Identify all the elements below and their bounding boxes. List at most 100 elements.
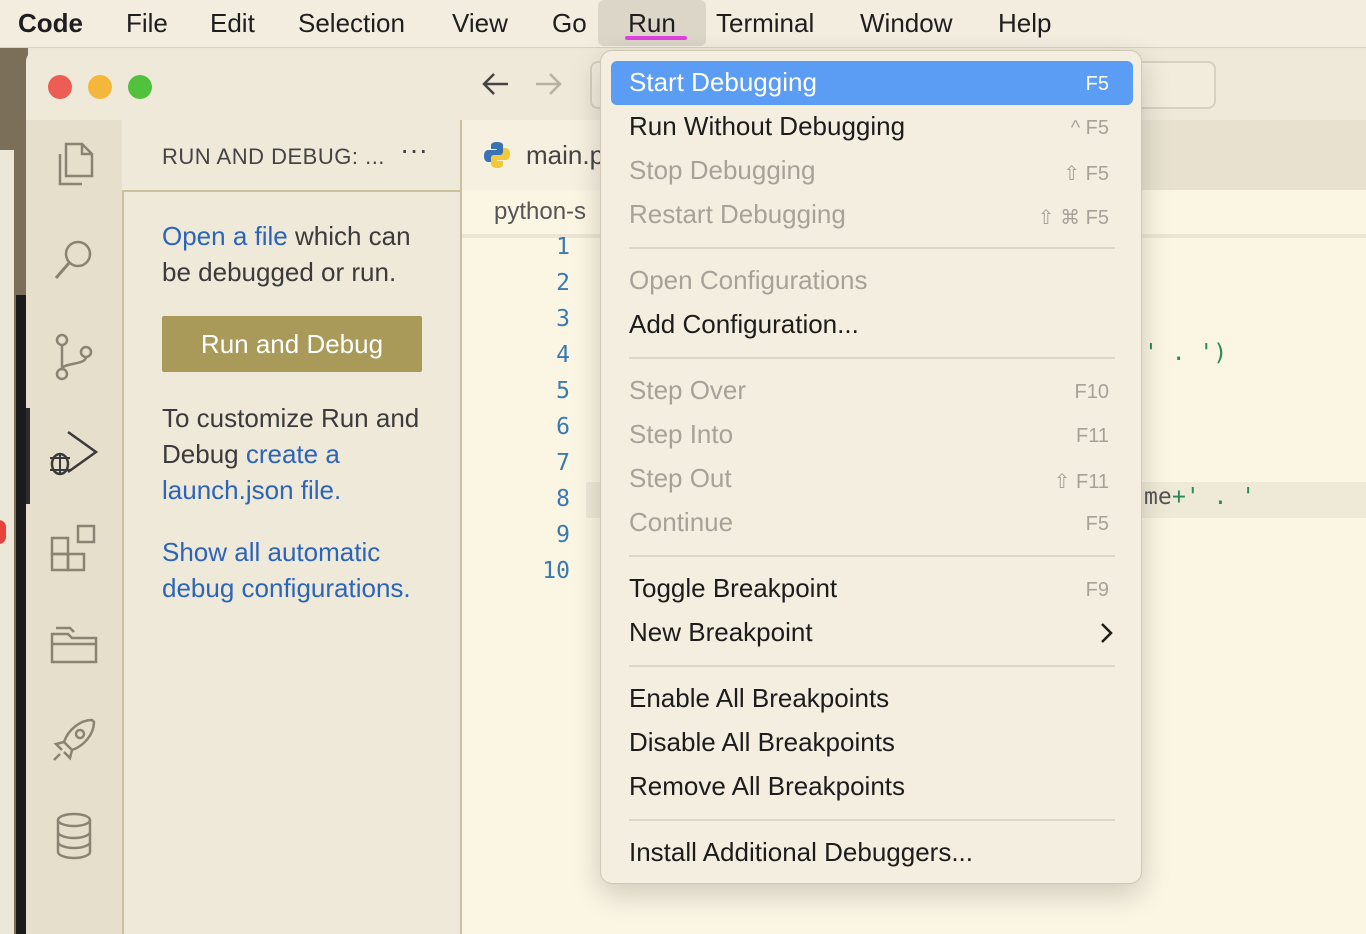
menu-item-label: Step Into [629,419,734,449]
menu-item-label: Start Debugging [629,67,817,97]
line-number: 1 [556,234,570,260]
line-number: 2 [556,270,570,296]
source-control-icon[interactable] [46,328,102,384]
customize-suffix: . [334,475,342,505]
menu-item-enable-all-breakpoints[interactable]: Enable All Breakpoints [611,677,1133,721]
database-icon[interactable] [46,808,102,864]
sidebar-title: RUN AND DEBUG: ... [162,144,385,169]
search-icon[interactable] [46,232,102,288]
arrow-left-icon[interactable] [480,68,512,108]
menu-separator [629,357,1115,359]
menu-item-label: Open Configurations [629,265,868,295]
menu-view[interactable]: View [452,0,508,46]
rocket-icon[interactable] [46,712,102,768]
menu-file[interactable]: File [126,0,168,46]
more-actions-icon[interactable]: ··· [400,134,428,166]
code-line-4-end: ' . ') [1144,340,1228,366]
menu-item-shortcut: ⇧ F11 [1053,471,1109,493]
menu-item-install-additional-debuggers[interactable]: Install Additional Debuggers... [611,831,1133,875]
minimize-window-button[interactable] [88,75,112,99]
menu-item-step-out[interactable]: Step Out ⇧ F11 [611,457,1133,501]
menu-item-toggle-breakpoint[interactable]: Toggle Breakpoint F9 [611,567,1133,611]
run-menu-dropdown: Start Debugging F5 Run Without Debugging… [600,50,1142,884]
breadcrumb[interactable]: python-s [494,198,586,226]
sidebar-body: Open a file which can be debugged or run… [122,190,462,934]
menu-item-new-breakpoint[interactable]: New Breakpoint [611,611,1133,655]
menu-item-continue[interactable]: Continue F5 [611,501,1133,545]
menu-item-label: New Breakpoint [629,617,813,647]
line-number: 4 [556,342,570,368]
line-number: 9 [556,522,570,548]
activity-bar [26,120,122,934]
menu-item-shortcut: ^ F5 [1070,117,1109,139]
show-configurations-link[interactable]: Show all automatic debug configurations [162,537,403,603]
menu-item-shortcut: F5 [1085,73,1109,95]
menu-window[interactable]: Window [860,0,952,46]
menu-item-label: Toggle Breakpoint [629,573,838,603]
line-number: 10 [542,558,570,584]
menu-item-shortcut: F11 [1076,425,1109,447]
open-file-link[interactable]: Open a file [162,221,288,251]
menu-edit[interactable]: Edit [210,0,255,46]
menu-item-add-configuration[interactable]: Add Configuration... [611,303,1133,347]
run-debug-icon[interactable] [46,424,102,480]
menu-item-label: Add Configuration... [629,309,859,339]
menu-item-label: Continue [629,507,734,537]
menu-separator [629,247,1115,249]
menu-item-label: Run Without Debugging [629,111,906,141]
menu-item-open-configurations[interactable]: Open Configurations [611,259,1133,303]
menu-item-restart-debugging[interactable]: Restart Debugging ⇧ ⌘ F5 [611,193,1133,237]
line-number: 3 [556,306,570,332]
close-window-button[interactable] [48,75,72,99]
menu-help[interactable]: Help [998,0,1051,46]
code-line-8-end-b: +' . ' [1172,484,1256,510]
menu-item-label: Step Over [629,375,747,405]
menu-separator [629,665,1115,667]
menu-item-shortcut: F9 [1085,579,1109,601]
menu-item-start-debugging[interactable]: Start Debugging F5 [611,61,1133,105]
background-window-button [0,520,6,544]
menu-run-underline [625,36,687,40]
zoom-window-button[interactable] [128,75,152,99]
open-file-text: Open a file which can be debugged or run… [162,218,442,290]
menu-item-label: Restart Debugging [629,199,846,229]
extensions-icon[interactable] [46,520,102,576]
menu-terminal[interactable]: Terminal [716,0,814,46]
code-line-8-end-a: me [1144,484,1172,510]
python-file-icon [484,142,510,168]
menu-app-code[interactable]: Code [18,0,83,46]
menu-item-label: Stop Debugging [629,155,816,185]
tab-label: main.p [526,140,605,170]
show-configurations-suffix: . [403,573,411,603]
menu-item-shortcut: F5 [1085,513,1109,535]
menu-separator [629,819,1115,821]
run-and-debug-button[interactable]: Run and Debug [162,316,422,372]
customize-text: To customize Run and Debug create a laun… [162,400,442,508]
menu-separator [629,555,1115,557]
sidebar-header: RUN AND DEBUG: ... ··· [122,120,462,192]
menu-item-label: Step Out [629,463,732,493]
line-number: 7 [556,450,570,476]
menu-item-shortcut: ⇧ F5 [1063,163,1109,185]
menu-item-shortcut: F10 [1074,381,1109,403]
menu-item-step-over[interactable]: Step Over F10 [611,369,1133,413]
chevron-right-icon [1099,619,1115,654]
background-window-edge [16,295,26,934]
menu-item-step-into[interactable]: Step Into F11 [611,413,1133,457]
menu-item-run-without-debugging[interactable]: Run Without Debugging ^ F5 [611,105,1133,149]
menu-bar: Code File Edit Selection View Go Run Ter… [0,0,1366,48]
menu-item-shortcut: ⇧ ⌘ F5 [1037,207,1109,229]
arrow-right-icon[interactable] [532,68,564,108]
menu-item-disable-all-breakpoints[interactable]: Disable All Breakpoints [611,721,1133,765]
menu-go[interactable]: Go [552,0,587,46]
menu-item-stop-debugging[interactable]: Stop Debugging ⇧ F5 [611,149,1133,193]
menu-item-label: Remove All Breakpoints [629,771,906,801]
menu-selection[interactable]: Selection [298,0,405,46]
folders-icon[interactable] [46,616,102,672]
line-number: 8 [556,486,570,512]
menu-item-label: Enable All Breakpoints [629,683,890,713]
menu-item-remove-all-breakpoints[interactable]: Remove All Breakpoints [611,765,1133,809]
menu-item-label: Install Additional Debuggers... [629,837,973,867]
line-number: 6 [556,414,570,440]
files-icon[interactable] [46,136,102,192]
